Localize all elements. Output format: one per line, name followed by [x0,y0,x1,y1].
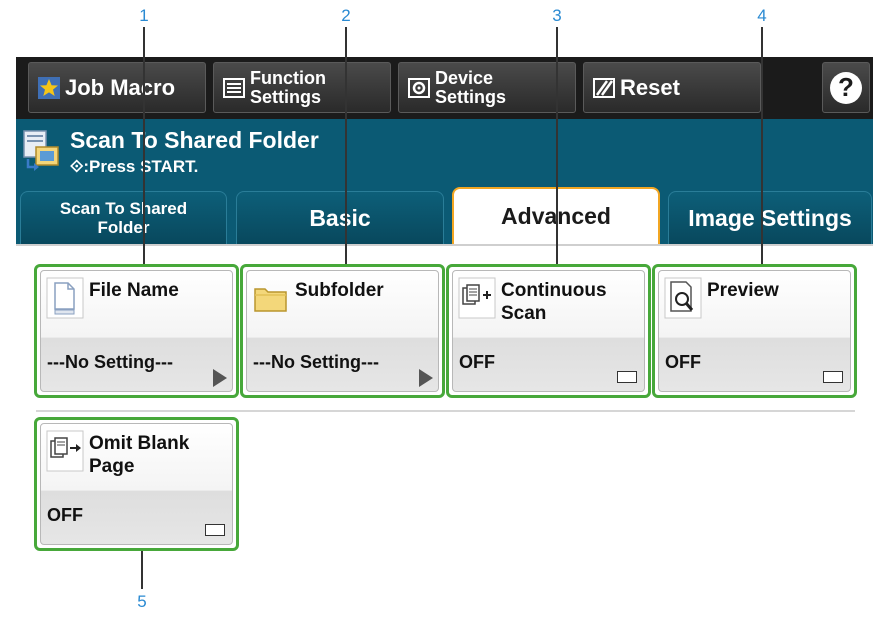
tab-label-line-2: Folder [97,218,150,237]
folder-icon [254,288,287,312]
preview-icon [664,277,702,319]
tab-label: Basic [309,204,371,231]
function-value: ---No Setting--- [253,352,379,372]
device-settings-label-2: Settings [435,86,507,107]
callout-line-4 [761,27,763,264]
function-label-line-1: Continuous [501,280,607,301]
subfolder-highlight: Subfolder ---No Setting--- [240,264,445,398]
function-label-line-1: Omit Blank [89,433,190,454]
tab-label: Image Settings [688,204,852,231]
callout-number-5: 5 [137,592,147,611]
function-label: Continuous Scan [501,279,607,325]
function-value: ---No Setting--- [47,352,173,372]
toggle-indicator-icon [617,371,637,383]
function-settings-icon [222,76,246,100]
help-icon: ? [830,71,862,104]
callout-number-3: 3 [552,6,562,25]
subfolder-button[interactable]: Subfolder ---No Setting--- [246,270,439,392]
omit-blank-page-icon [46,430,84,472]
file-icon [46,277,84,319]
omit-blank-page-button[interactable]: Omit Blank Page OFF [40,423,233,545]
function-value: OFF [665,352,701,372]
callout-line-5 [141,551,143,589]
tab-basic[interactable]: Basic [236,191,444,244]
callout-number-1: 1 [139,6,149,25]
function-label: File Name [89,280,179,301]
status-message: ⟐:Press START. [70,157,199,176]
reset-icon [592,76,616,100]
device-settings-label-1: Device [435,67,494,88]
tab-image-settings[interactable]: Image Settings [668,191,872,244]
callout-line-2 [345,27,347,264]
function-settings-label-2: Settings [250,86,322,107]
job-macro-button[interactable]: Job Macro [28,62,206,113]
continuous-scan-icon [458,277,496,319]
reset-label: Reset [620,74,680,100]
toggle-indicator-icon [205,524,225,536]
callout-line-1 [143,27,145,264]
arrow-right-icon [213,369,227,387]
tab-scan-to-shared-folder[interactable]: Scan To Shared Folder [20,191,227,244]
job-macro-label: Job Macro [65,74,176,100]
continuous-scan-button[interactable]: Continuous Scan OFF [452,270,645,392]
function-value: OFF [459,352,495,372]
device-settings-button[interactable]: Device Settings [398,62,576,113]
callout-number-2: 2 [341,6,351,25]
omit-blank-page-highlight: Omit Blank Page OFF [34,417,239,551]
function-settings-button[interactable]: Function Settings [213,62,391,113]
function-label: Subfolder [295,280,384,301]
function-label-line-2: Page [89,456,135,477]
file-name-highlight: File Name ---No Setting--- [34,264,239,398]
function-settings-label-1: Function [250,67,326,88]
preview-highlight: Preview OFF [652,264,857,398]
help-button[interactable]: ? [822,62,870,113]
tab-label-line-1: Scan To Shared [59,199,188,218]
star-icon [37,76,61,100]
page-title: Scan To Shared Folder [70,127,319,153]
function-value: OFF [47,505,83,525]
continuous-scan-highlight: Continuous Scan OFF [446,264,651,398]
function-label: Omit Blank Page [89,432,189,478]
reset-button[interactable]: Reset [583,62,761,113]
function-label: Preview [707,280,779,301]
scan-to-shared-folder-icon [23,130,59,171]
callout-line-3 [556,27,558,264]
arrow-right-icon [419,369,433,387]
row-divider [36,410,855,412]
device-settings-icon [407,76,431,100]
preview-button[interactable]: Preview OFF [658,270,851,392]
file-name-button[interactable]: File Name ---No Setting--- [40,270,233,392]
function-label-line-2: Scan [501,303,547,324]
toggle-indicator-icon [823,371,843,383]
callout-number-4: 4 [757,6,767,25]
